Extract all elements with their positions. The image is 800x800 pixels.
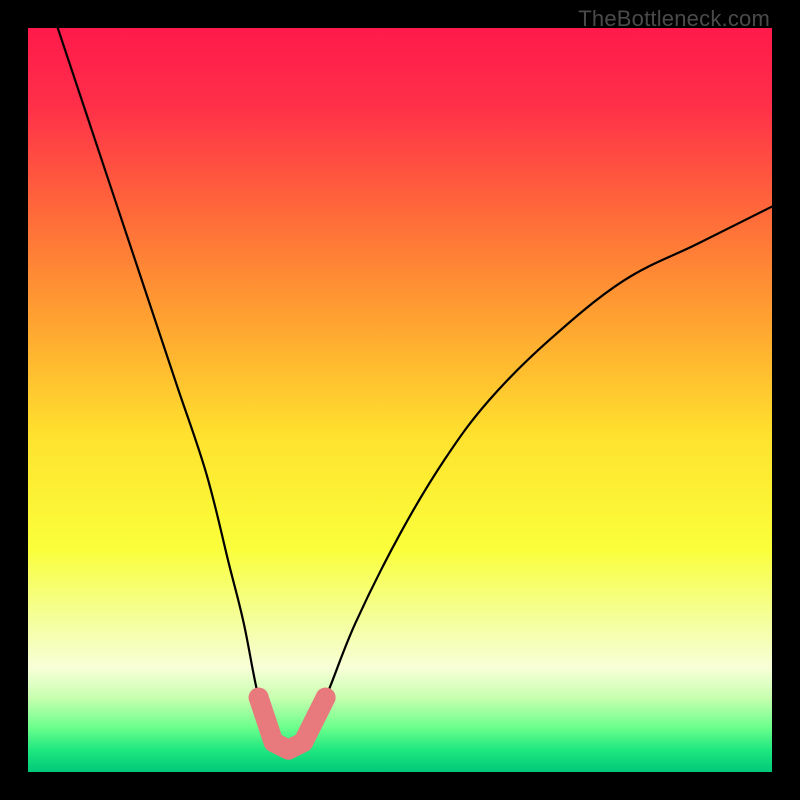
marker-dot (316, 688, 336, 708)
marker-dot (295, 734, 311, 750)
curve-layer (28, 28, 772, 772)
curve-markers (249, 688, 336, 758)
marker-dot (280, 742, 296, 758)
marker-dot (249, 688, 269, 708)
watermark-text: TheBottleneck.com (578, 6, 770, 32)
bottleneck-curve (58, 28, 772, 750)
marker-dot (266, 734, 282, 750)
chart-frame: TheBottleneck.com (0, 0, 800, 800)
plot-area (28, 28, 772, 772)
